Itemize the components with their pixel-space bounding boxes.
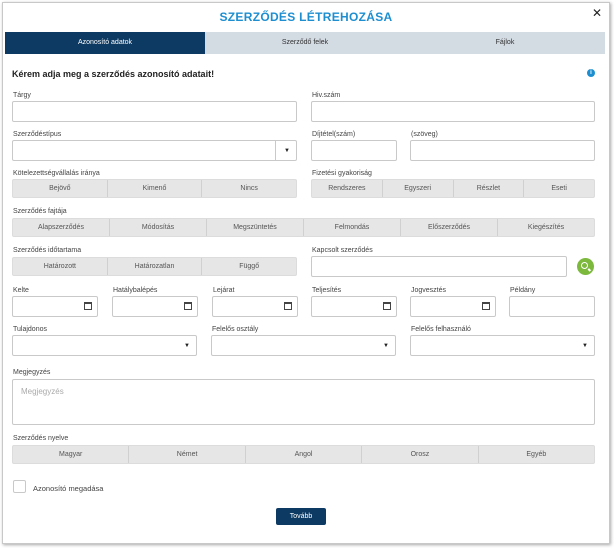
felelos-felhasznalo-select[interactable]: ▼ [410, 335, 595, 356]
dijtetel-label: Díjtétel(szám) [312, 131, 356, 138]
chevron-down-icon: ▼ [184, 343, 190, 349]
form-heading: Kérem adja meg a szerződés azonosító ada… [12, 69, 215, 79]
calendar-icon[interactable] [184, 302, 192, 310]
option-reszlet[interactable]: Részlet [454, 180, 525, 197]
kapcsolt-label: Kapcsolt szerződés [312, 247, 373, 254]
kelte-label: Kelte [13, 287, 29, 294]
calendar-icon[interactable] [482, 302, 490, 310]
calendar-icon[interactable] [284, 302, 292, 310]
felelos-felhasznalo-label: Felelős felhasználó [411, 326, 471, 333]
targy-label: Tárgy [13, 92, 31, 99]
azonosito-checkbox[interactable] [13, 480, 26, 493]
idotartama-label: Szerződés időtartama [13, 247, 82, 254]
chevron-down-icon: ▼ [383, 343, 389, 349]
option-alapszerzodes[interactable]: Alapszerződés [13, 219, 110, 236]
option-egyeb[interactable]: Egyéb [479, 446, 594, 463]
option-hatarozott[interactable]: Határozott [13, 258, 108, 275]
azonosito-checkbox-label: Azonosító megadása [33, 484, 104, 493]
tulajdonos-label: Tulajdonos [13, 326, 47, 333]
tab-fajlok[interactable]: Fájlok [405, 32, 605, 54]
tulajdonos-select[interactable]: ▼ [12, 335, 197, 356]
peldany-input[interactable] [509, 296, 595, 317]
dijtetel-input[interactable] [311, 140, 397, 161]
tab-azonosito-adatok[interactable]: Azonosító adatok [5, 32, 205, 54]
jogvesztes-label: Jogvesztés [411, 287, 447, 294]
teljesites-label: Teljesítés [312, 287, 342, 294]
szoveg-label: (szöveg) [411, 131, 438, 138]
kelte-date-input[interactable] [12, 296, 98, 317]
lejarat-date-input[interactable] [212, 296, 298, 317]
hivszam-label: Hiv.szám [312, 92, 341, 99]
option-eloszerzodes[interactable]: Előszerződés [401, 219, 498, 236]
kotelezettseg-label: Kötelezettségvállalás iránya [13, 170, 100, 177]
calendar-icon[interactable] [84, 302, 92, 310]
option-egyszeri[interactable]: Egyszeri [383, 180, 454, 197]
option-magyar[interactable]: Magyar [13, 446, 130, 463]
tab-bar: Azonosító adatok Szerződő felek Fájlok [5, 32, 605, 54]
hivszam-input[interactable] [311, 101, 595, 122]
kapcsolt-input[interactable] [311, 256, 567, 277]
idotartama-segment: Határozott Határozatlan Függő [12, 257, 297, 276]
teljesites-date-input[interactable] [311, 296, 397, 317]
felelos-osztaly-label: Felelős osztály [212, 326, 259, 333]
szoveg-input[interactable] [410, 140, 595, 161]
szerzodestipus-label: Szerződéstípus [13, 131, 62, 138]
targy-input[interactable] [12, 101, 297, 122]
option-orosz[interactable]: Orosz [362, 446, 479, 463]
lejarat-label: Lejárat [213, 287, 235, 294]
option-felmondas[interactable]: Felmondás [304, 219, 401, 236]
megjegyzes-textarea[interactable]: Megjegyzés [12, 379, 595, 425]
option-fuggo[interactable]: Függő [202, 258, 296, 275]
nyelve-label: Szerződés nyelve [13, 435, 69, 442]
hatalybalepes-label: Hatálybalépés [113, 287, 158, 294]
option-angol[interactable]: Angol [246, 446, 363, 463]
option-nemet[interactable]: Német [129, 446, 246, 463]
fajtaja-segment: Alapszerződés Módosítás Megszüntetés Fel… [12, 218, 595, 237]
szerzodestipus-select[interactable]: ▼ [12, 140, 297, 161]
tovabb-button[interactable]: Tovább [276, 508, 326, 525]
felelos-osztaly-select[interactable]: ▼ [211, 335, 396, 356]
search-icon[interactable] [577, 258, 594, 275]
jogvesztes-date-input[interactable] [410, 296, 496, 317]
chevron-down-icon: ▼ [582, 343, 588, 349]
close-icon[interactable]: ✕ [592, 6, 602, 20]
peldany-label: Példány [510, 287, 536, 294]
tab-szerzodo-felek[interactable]: Szerződő felek [205, 32, 405, 54]
hatalybalepes-date-input[interactable] [112, 296, 198, 317]
option-kimeno[interactable]: Kimenő [108, 180, 203, 197]
option-hatarozatlan[interactable]: Határozatlan [108, 258, 203, 275]
option-nincs[interactable]: Nincs [202, 180, 296, 197]
nyelve-segment: Magyar Német Angol Orosz Egyéb [12, 445, 595, 464]
fizetesi-segment: Rendszeres Egyszeri Részlet Eseti [311, 179, 595, 198]
dialog-title: SZERZŐDÉS LÉTREHOZÁSA [219, 10, 393, 24]
option-rendszeres[interactable]: Rendszeres [312, 180, 383, 197]
megjegyzes-label: Megjegyzés [13, 369, 51, 376]
chevron-down-icon: ▼ [284, 148, 290, 154]
calendar-icon[interactable] [383, 302, 391, 310]
option-megszuntetes[interactable]: Megszüntetés [207, 219, 304, 236]
option-bejovo[interactable]: Bejövő [13, 180, 108, 197]
fajtaja-label: Szerződés fajtája [13, 208, 67, 215]
option-modositas[interactable]: Módosítás [110, 219, 207, 236]
option-kiegeszites[interactable]: Kiegészítés [498, 219, 594, 236]
kotelezettseg-segment: Bejövő Kimenő Nincs [12, 179, 297, 198]
fizetesi-label: Fizetési gyakoriság [312, 170, 372, 177]
option-eseti[interactable]: Eseti [524, 180, 594, 197]
info-icon[interactable]: i [587, 69, 595, 77]
